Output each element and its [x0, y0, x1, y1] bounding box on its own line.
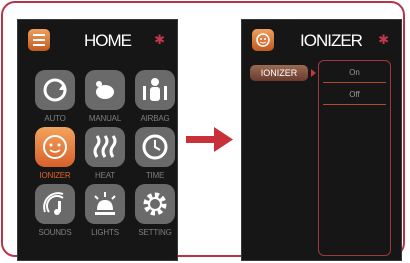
option-on[interactable]: On	[319, 68, 390, 77]
ionizer-header: IONIZER ✱	[242, 20, 401, 62]
ionizer-title: IONIZER	[300, 31, 363, 50]
home-screen: HOME ✱ AUTO MANUAL AIRBAG IONIZER HEAT T…	[17, 19, 178, 261]
sounds-button[interactable]	[35, 184, 75, 224]
setting-label: SETTING	[138, 228, 172, 237]
auto-button[interactable]	[35, 70, 75, 110]
time-label: TIME	[145, 171, 165, 180]
ionizer-icon	[252, 29, 274, 51]
lights-button[interactable]	[85, 184, 125, 224]
airbag-label: AIRBAG	[140, 114, 170, 123]
ionizer-options-panel: On Off	[318, 60, 391, 256]
arrow-right-icon	[186, 127, 233, 152]
option-off[interactable]: Off	[319, 90, 390, 99]
tab-ionizer[interactable]: IONIZER	[250, 65, 308, 81]
bluetooth-icon: ✱	[154, 32, 165, 47]
menu-list-icon[interactable]	[28, 29, 50, 51]
setting-button[interactable]	[135, 184, 175, 224]
time-button[interactable]	[135, 127, 175, 167]
heat-button[interactable]	[85, 127, 125, 167]
option-divider	[323, 82, 386, 83]
ionizer-button[interactable]	[35, 127, 75, 167]
bluetooth-icon: ✱	[378, 32, 389, 47]
home-header: HOME ✱	[18, 20, 177, 62]
selected-pointer-icon	[311, 69, 316, 77]
manual-button[interactable]	[85, 70, 125, 110]
airbag-button[interactable]	[135, 70, 175, 110]
ionizer-screen: IONIZER ✱ IONIZER On Off	[241, 19, 402, 261]
home-title: HOME	[84, 31, 132, 50]
option-divider	[323, 104, 386, 105]
